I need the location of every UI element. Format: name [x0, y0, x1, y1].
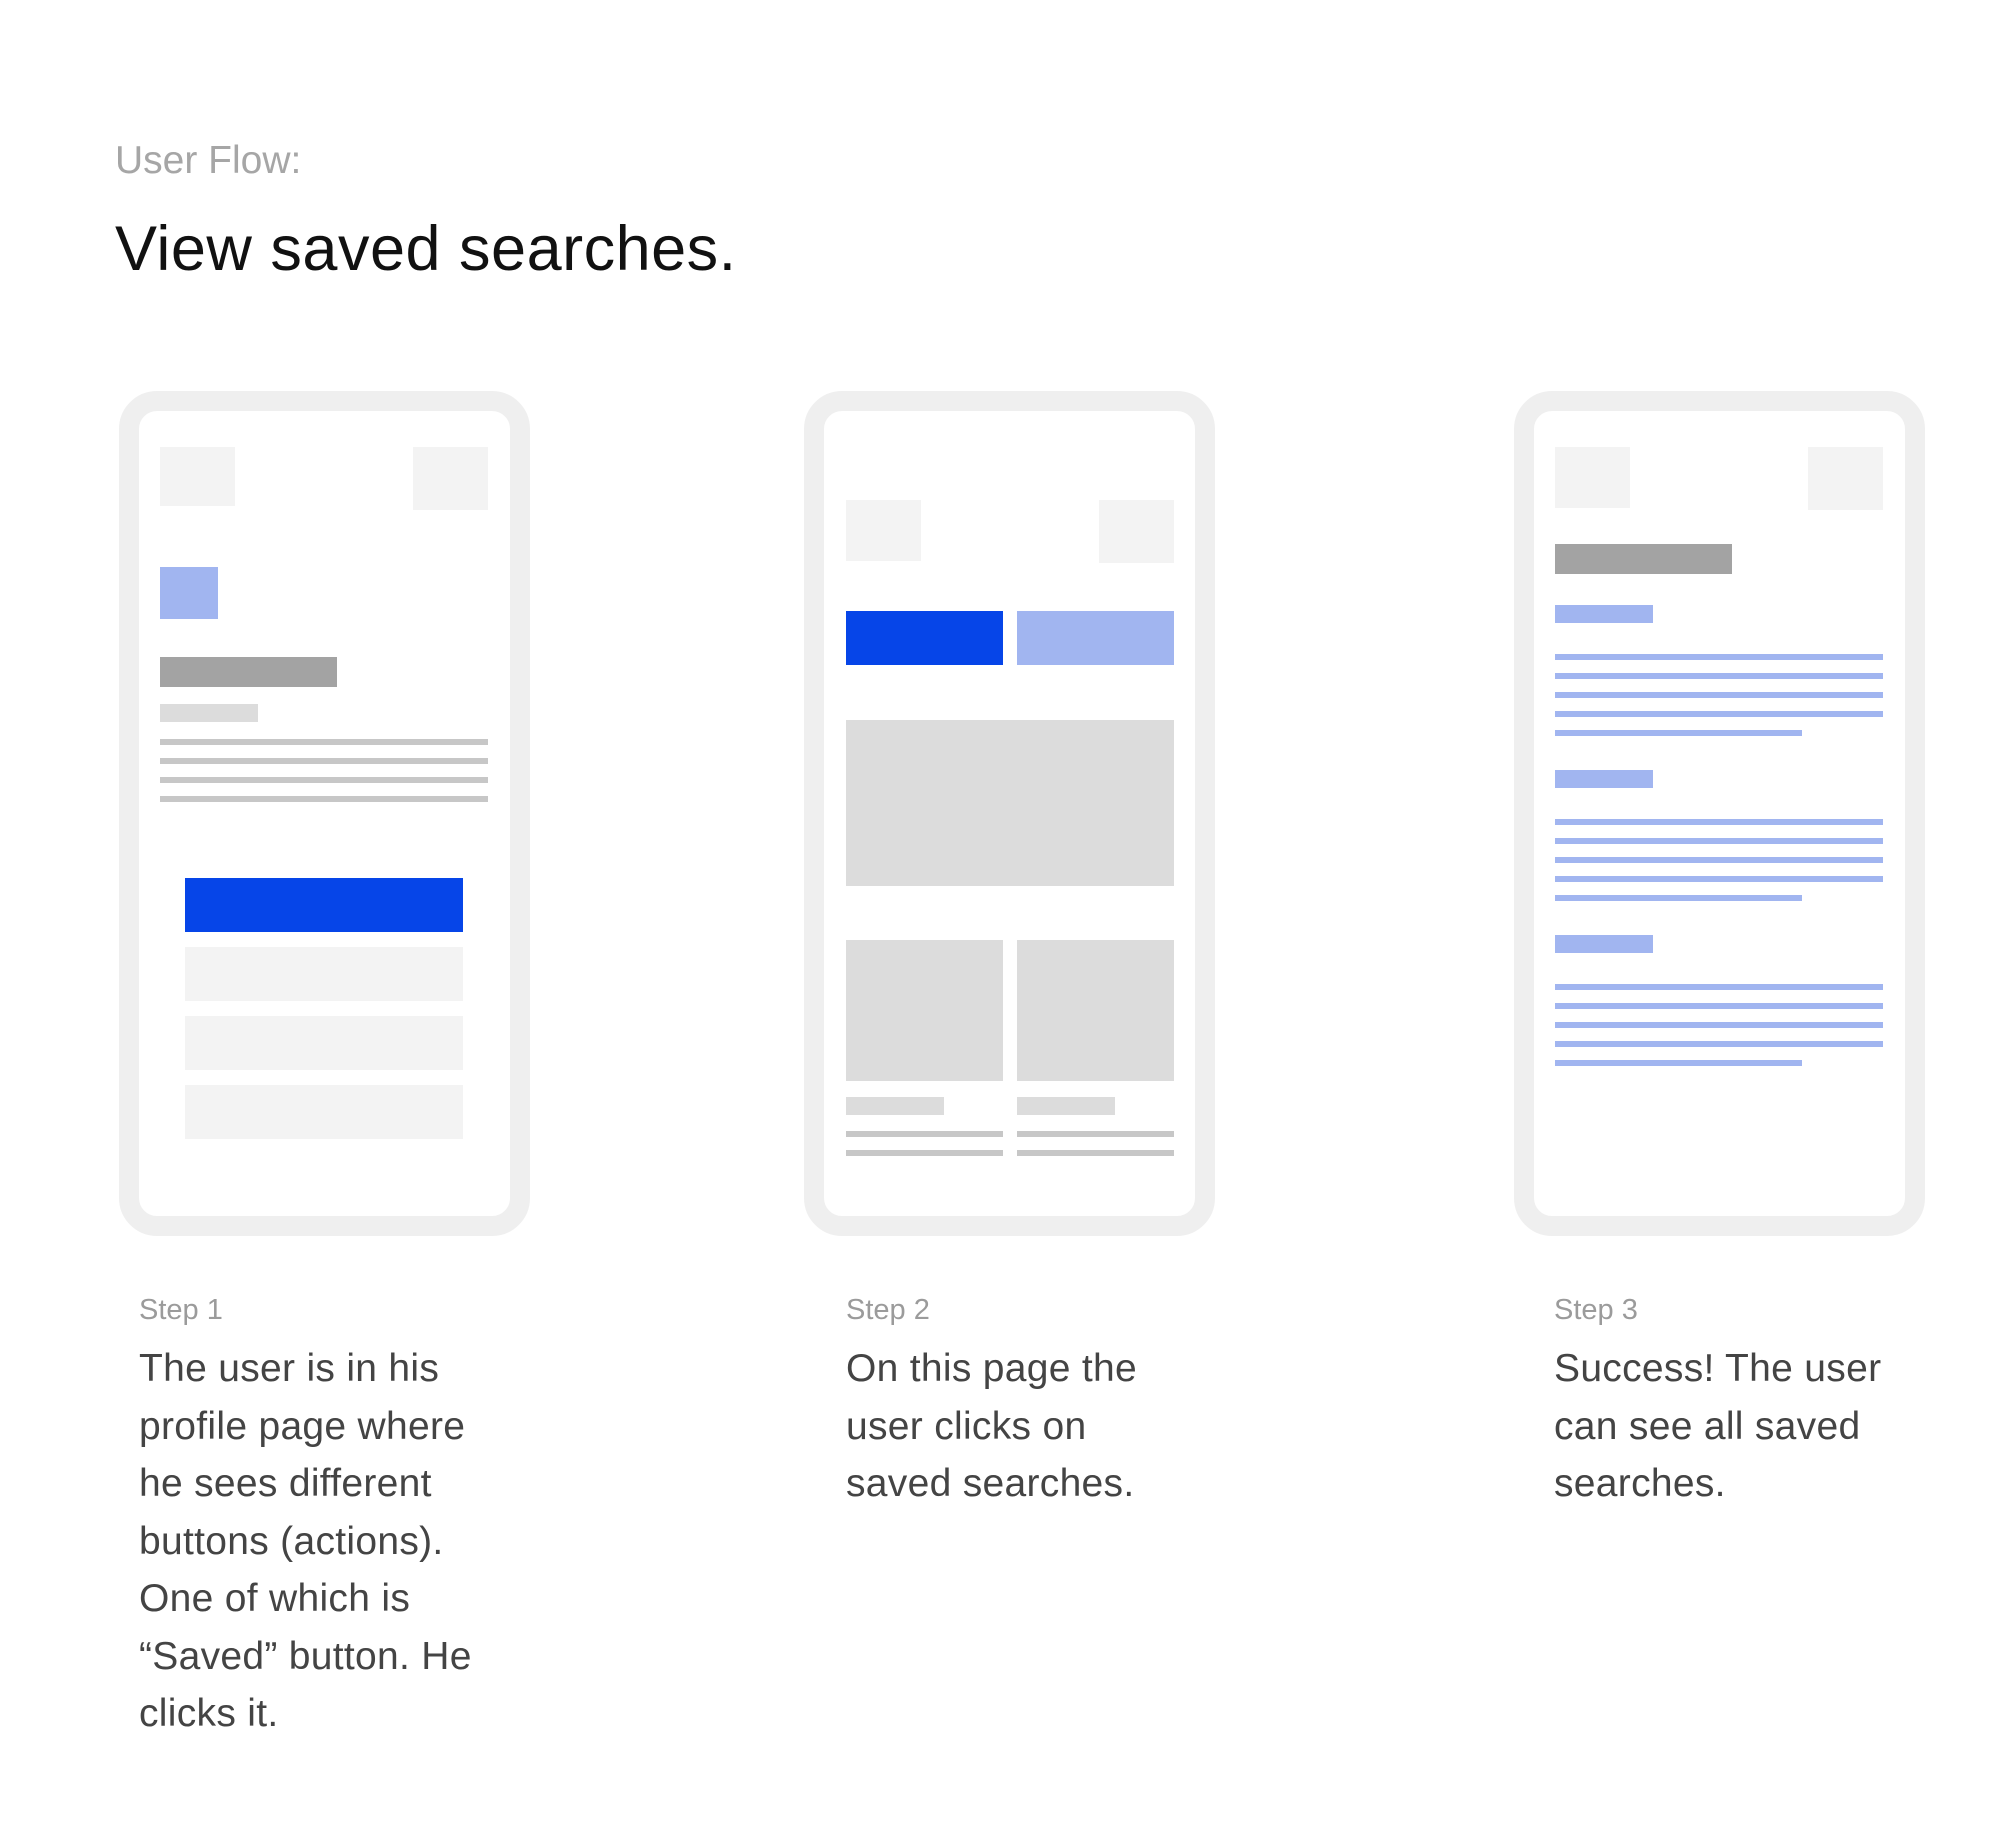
step-1-description: The user is in his profile page where he…: [139, 1347, 472, 1735]
wire-search-line: [1555, 1022, 1883, 1028]
step-1-caption: Step 1 The user is in his profile page w…: [139, 1290, 559, 1743]
wire-search-line: [1555, 654, 1883, 660]
phone-mockup-step-2: [804, 391, 1215, 1236]
wire-card-title: [1017, 1097, 1115, 1115]
wire-search-line: [1555, 876, 1883, 882]
wire-text-line: [1017, 1131, 1174, 1137]
wire-subtitle-bar: [160, 704, 258, 722]
step-3-caption: Step 3 Success! The user can see all sav…: [1554, 1290, 1974, 1513]
wire-search-title: [1555, 605, 1653, 623]
wire-search-line: [1555, 711, 1883, 717]
wire-card-title: [846, 1097, 944, 1115]
wire-search-title: [1555, 935, 1653, 953]
wire-page-heading: [1555, 544, 1732, 574]
wire-search-line: [1555, 838, 1883, 844]
wire-search-line: [1555, 692, 1883, 698]
step-3-label: Step 3: [1554, 1294, 1638, 1326]
step-2-caption: Step 2 On this page the user clicks on s…: [846, 1290, 1266, 1513]
wire-action-button: [185, 1016, 463, 1070]
wire-tab-active: [846, 611, 1003, 665]
wire-search-line: [1555, 819, 1883, 825]
flow-subtitle: User Flow:: [115, 139, 302, 182]
flow-title: View saved searches.: [115, 214, 737, 284]
step-1-label: Step 1: [139, 1294, 223, 1326]
step-3-description: Success! The user can see all saved sear…: [1554, 1347, 1882, 1505]
step-2-label: Step 2: [846, 1294, 930, 1326]
wire-action-button: [185, 947, 463, 1001]
wire-grid-card: [846, 940, 1003, 1081]
wire-text-line: [160, 739, 488, 745]
wire-text-line: [846, 1150, 1003, 1156]
wire-text-line: [846, 1131, 1003, 1137]
wire-action-button: [185, 1085, 463, 1139]
wire-text-line: [1017, 1150, 1174, 1156]
wire-grid-card: [1017, 940, 1174, 1081]
wire-search-line: [1555, 895, 1802, 901]
wire-search-line: [1555, 730, 1802, 736]
wire-top-left-placeholder: [1555, 447, 1630, 508]
wire-search-line: [1555, 1060, 1802, 1066]
wire-search-title: [1555, 770, 1653, 788]
step-2-description: On this page the user clicks on saved se…: [846, 1347, 1137, 1505]
wire-top-right-placeholder: [413, 447, 488, 510]
wire-search-line: [1555, 1003, 1883, 1009]
wire-search-line: [1555, 1041, 1883, 1047]
phone-mockup-step-1: [119, 391, 530, 1236]
wire-name-bar: [160, 657, 337, 687]
wire-text-line: [160, 758, 488, 764]
wire-search-line: [1555, 673, 1883, 679]
wire-text-line: [160, 777, 488, 783]
wire-saved-button: [185, 878, 463, 932]
wire-top-right-placeholder: [1808, 447, 1883, 510]
wire-tab-inactive: [1017, 611, 1174, 665]
wire-top-right-placeholder: [1099, 500, 1174, 563]
wire-text-line: [160, 796, 488, 802]
wire-search-line: [1555, 857, 1883, 863]
wire-avatar-placeholder: [160, 567, 218, 619]
phone-mockup-step-3: [1514, 391, 1925, 1236]
flow-header: User Flow: View saved searches.: [115, 137, 737, 287]
wire-top-left-placeholder: [160, 447, 235, 506]
wire-banner-card: [846, 720, 1174, 886]
wire-top-left-placeholder: [846, 500, 921, 561]
wire-search-line: [1555, 984, 1883, 990]
